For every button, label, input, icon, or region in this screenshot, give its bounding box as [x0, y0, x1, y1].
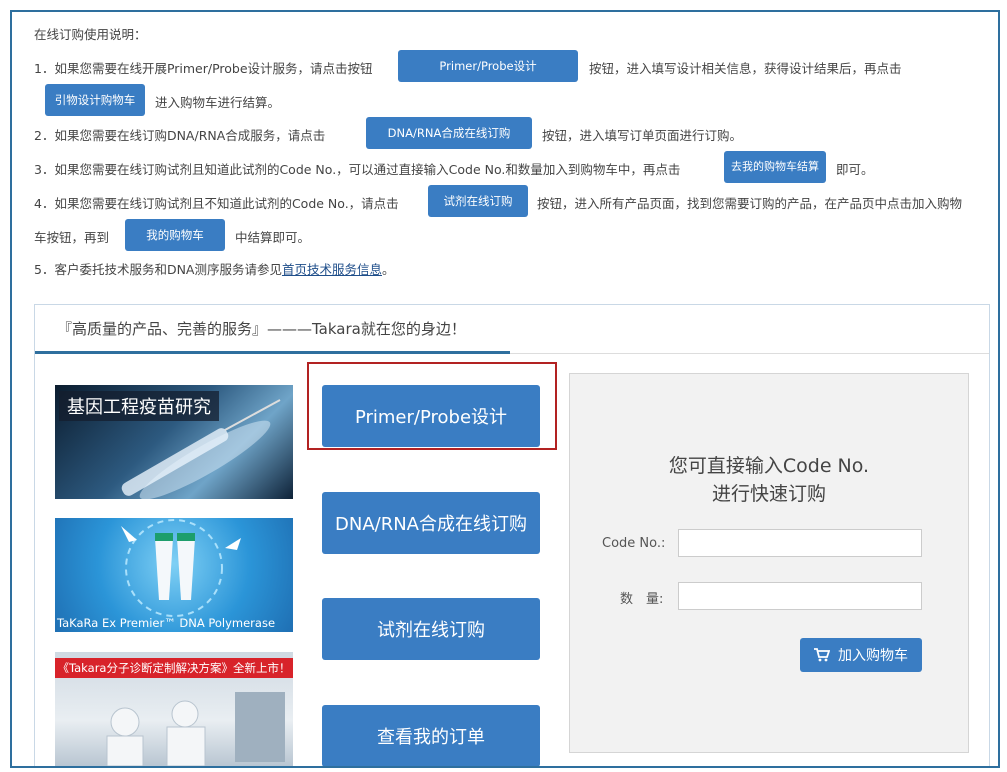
instruction-5a: 5．客户委托技术服务和DNA测序服务请参见	[34, 262, 282, 277]
banner-vaccine-caption: 基因工程疫苗研究	[59, 391, 219, 421]
instruction-1b: 按钮，进入填写设计相关信息，获得设计结果后，再点击	[589, 61, 902, 76]
banner-diagnostics-caption: 《Takara分子诊断定制解决方案》全新上市！	[55, 658, 293, 678]
quick-title-line2: 进行快速订购	[711, 483, 826, 505]
reagent-order-button[interactable]: 试剂在线订购	[322, 598, 540, 660]
quantity-input[interactable]	[678, 582, 922, 610]
instruction-1c: 进入购物车进行结算。	[155, 95, 281, 110]
instruction-4a: 4．如果您需要在线订购试剂且不知道此试剂的Code No.，请点击	[34, 196, 399, 211]
page-frame: 在线订购使用说明： 1．如果您需要在线开展Primer/Probe设计服务，请点…	[10, 10, 1000, 768]
panel-header: 『高质量的产品、完善的服务』———Takara就在您的身边！	[35, 305, 989, 354]
tube-illustration	[121, 519, 241, 617]
instruction-4c: 车按钮，再到	[34, 230, 110, 245]
reagent-order-small-button[interactable]: 试剂在线订购	[428, 185, 528, 217]
primer-probe-small-button[interactable]: Primer/Probe设计	[398, 50, 578, 82]
highlight-box	[307, 362, 557, 450]
banner-polymerase[interactable]: TaKaRa Ex Premier™ DNA Polymerase	[55, 518, 293, 632]
instruction-1a: 1．如果您需要在线开展Primer/Probe设计服务，请点击按钮	[34, 61, 373, 76]
instruction-2a: 2．如果您需要在线订购DNA/RNA合成服务，请点击	[34, 128, 326, 143]
quick-order-title: 您可直接输入Code No. 进行快速订购	[570, 452, 968, 508]
order-panel: 『高质量的产品、完善的服务』———Takara就在您的身边！ 基因工程疫苗研究	[34, 304, 990, 766]
instruction-4d: 中结算即可。	[235, 230, 311, 245]
go-cart-checkout-button[interactable]: 去我的购物车结算	[724, 151, 826, 183]
instruction-5: 5．客户委托技术服务和DNA测序服务请参见首页技术服务信息。	[34, 259, 395, 278]
add-to-cart-label: 加入购物车	[838, 648, 908, 664]
instructions-heading: 在线订购使用说明：	[34, 27, 147, 42]
add-to-cart-button[interactable]: 加入购物车	[800, 638, 922, 672]
tech-service-link[interactable]: 首页技术服务信息	[282, 262, 382, 277]
instruction-4b: 按钮，进入所有产品页面，找到您需要订购的产品，在产品页中点击加入购物	[537, 196, 963, 211]
instruction-2b: 按钮，进入填写订单页面进行订购。	[542, 128, 743, 143]
instruction-3a: 3．如果您需要在线订购试剂且知道此试剂的Code No.，可以通过直接输入Cod…	[34, 162, 681, 177]
instruction-3b: 即可。	[836, 162, 874, 177]
panel-title-underline	[35, 351, 510, 354]
code-no-label: Code No.:	[602, 536, 666, 551]
cart-icon	[814, 648, 830, 662]
view-orders-button[interactable]: 查看我的订单	[322, 705, 540, 766]
banner-polymerase-caption: TaKaRa Ex Premier™ DNA Polymerase	[57, 616, 276, 630]
dna-rna-small-button[interactable]: DNA/RNA合成在线订购	[366, 117, 532, 149]
banner-vaccine[interactable]: 基因工程疫苗研究	[55, 385, 293, 499]
quick-order-box: 您可直接输入Code No. 进行快速订购 Code No.: 数 量: 加入购…	[569, 373, 969, 753]
primer-cart-button[interactable]: 引物设计购物车	[45, 84, 145, 116]
instruction-5b: 。	[382, 262, 395, 277]
quick-title-line1: 您可直接输入Code No.	[668, 455, 870, 477]
code-no-input[interactable]	[678, 529, 922, 557]
panel-title: 『高质量的产品、完善的服务』———Takara就在您的身边！	[57, 320, 466, 338]
banner-diagnostics[interactable]: 《Takara分子诊断定制解决方案》全新上市！	[55, 652, 293, 766]
quantity-label: 数 量:	[620, 592, 664, 607]
my-cart-button[interactable]: 我的购物车	[125, 219, 225, 251]
dna-rna-order-button[interactable]: DNA/RNA合成在线订购	[322, 492, 540, 554]
